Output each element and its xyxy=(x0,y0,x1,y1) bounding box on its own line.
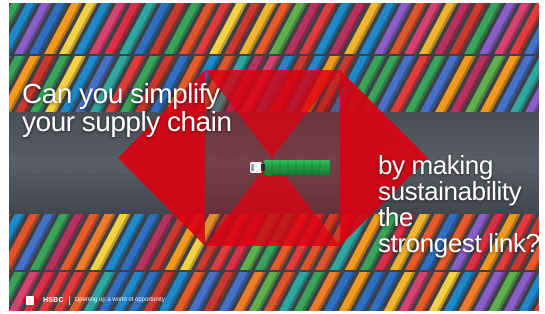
footer-branding: HSBC Opening up a world of opportunity xyxy=(22,293,165,307)
brand-tagline: Opening up a world of opportunity xyxy=(74,297,165,303)
subheadline-line-1: by making xyxy=(378,150,493,180)
subheadline-line-2: sustainability the xyxy=(378,176,522,232)
headline: Can you simplify your supply chain xyxy=(22,78,232,137)
footer-divider xyxy=(68,295,70,305)
subheadline-line-3: strongest link? xyxy=(378,228,540,258)
brand-name: HSBC xyxy=(43,296,64,304)
advertisement-banner[interactable]: Can you simplify your supply chain by ma… xyxy=(0,0,545,314)
subheadline: by making sustainability the strongest l… xyxy=(378,152,545,256)
hsbc-logo-icon xyxy=(22,295,38,305)
headline-line-2: your supply chain xyxy=(22,106,232,137)
headline-line-1: Can you simplify xyxy=(22,78,220,109)
